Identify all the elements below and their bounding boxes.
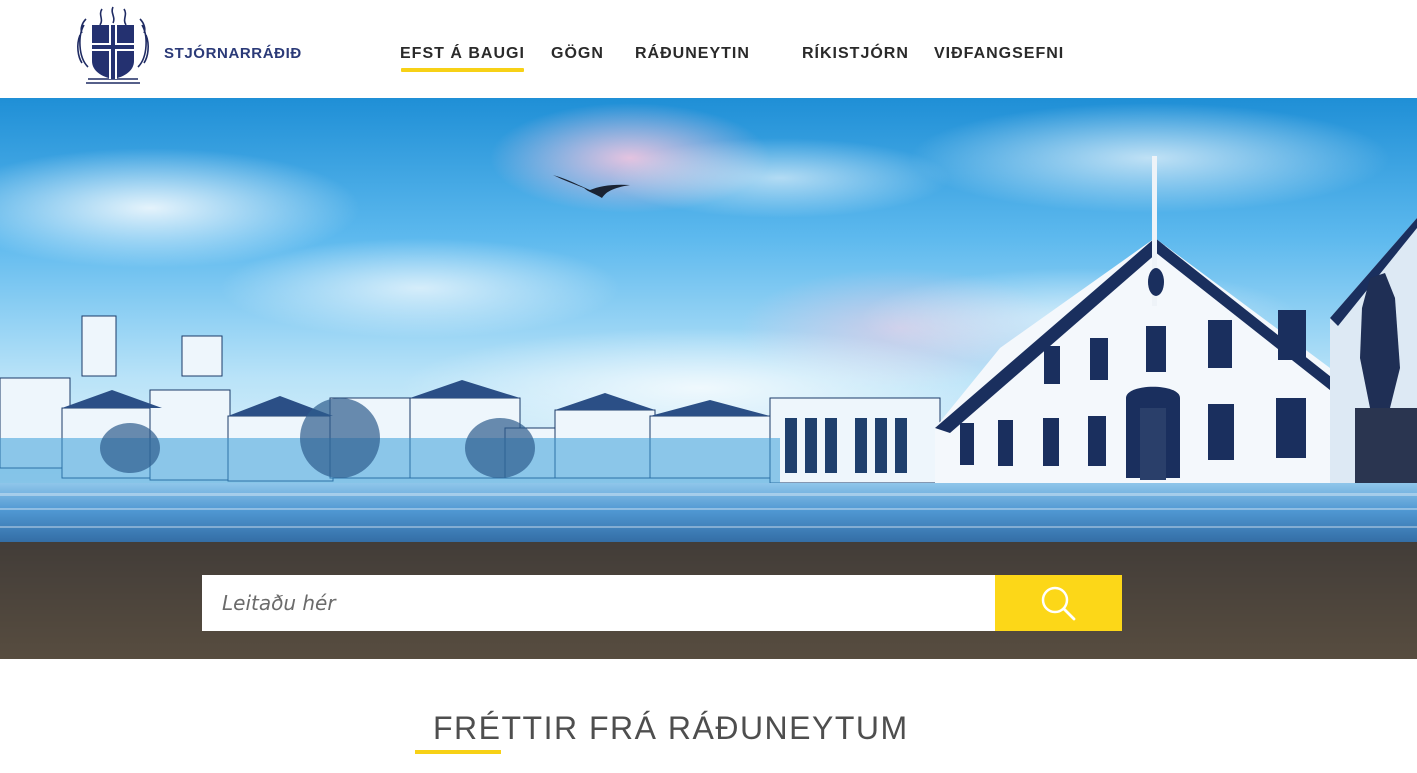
nav-item-efst-a-baugi[interactable]: EFST Á BAUGI [400,45,525,72]
nav-item-rikistjorn[interactable]: RÍKISTJÓRN [802,45,909,63]
search-input[interactable] [202,575,995,631]
nav-item-vidfangsefni[interactable]: VIÐFANGSEFNI [934,45,1064,63]
nav-item-raduneytin[interactable]: RÁÐUNEYTIN [635,45,750,63]
search-button[interactable] [995,575,1122,631]
title-underline [415,750,501,754]
brand-name[interactable]: STJÓRNARRÁÐIÐ [164,45,302,62]
news-section-title: FRÉTTIR FRÁ RÁÐUNEYTUM [433,710,909,746]
search-icon [1041,586,1076,621]
coat-of-arms-icon [77,6,149,84]
nav-item-gogn[interactable]: GÖGN [551,45,604,63]
site-header: STJÓRNARRÁÐIÐ EFST Á BAUGI GÖGN RÁÐUNEYT… [0,0,1417,98]
hero-banner [0,98,1417,659]
